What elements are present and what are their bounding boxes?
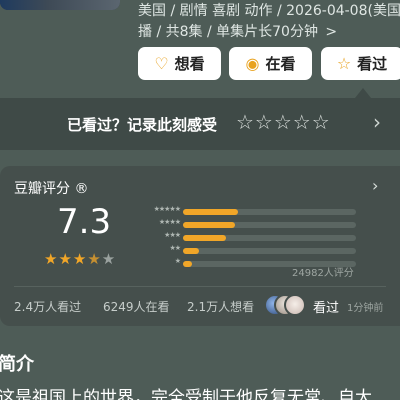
watched-button[interactable]: ☆ 看过	[321, 47, 400, 80]
chevron-right-icon: ›	[373, 110, 381, 134]
rating-bar-track	[183, 248, 356, 254]
star-level-label: ★	[174, 257, 181, 265]
meta-text-1: 美国 / 剧情 喜剧 动作 / 2026-04-08(美国)首	[138, 3, 400, 19]
watched-count[interactable]: 2.4万人看过	[14, 298, 81, 315]
movie-detail-screen: 美国 / 剧情 喜剧 动作 / 2026-04-08(美国)首 播 / 共8集 …	[0, 0, 400, 400]
rating-bar-fill	[183, 248, 199, 254]
rating-bar-fill	[183, 222, 235, 228]
poster-image[interactable]	[0, 0, 120, 10]
star-half-icon: ★	[87, 250, 102, 268]
star-empty-icon: ★	[101, 250, 117, 268]
star-level-label: ★★★★	[158, 218, 181, 226]
watching-label: 在看	[265, 55, 296, 73]
record-prompt: 已看过？记录此刻感受	[67, 116, 218, 134]
watched-label: 看过	[357, 55, 388, 73]
star-outline-icon: ☆	[336, 54, 352, 73]
rating-score: 7.3	[57, 202, 112, 242]
meta-text-2: 播 / 共8集 / 单集片长70分钟	[138, 24, 318, 40]
rating-distribution: ★★★★★ ★★★★ ★★★ ★★ ★	[133, 205, 358, 271]
rating-stars: ★★★★★	[44, 250, 116, 268]
rating-count: 24982人评分	[292, 268, 354, 279]
target-circle-icon: ◉	[245, 54, 260, 73]
chevron-right-icon: >	[325, 24, 338, 40]
star-filled-icon: ★★★	[44, 250, 88, 268]
meta-info-line-1[interactable]: 美国 / 剧情 喜剧 动作 / 2026-04-08(美国)首	[138, 0, 400, 20]
rate-stars-input[interactable]: ☆☆☆☆☆	[236, 110, 331, 134]
star-level-label: ★★★★★	[153, 205, 181, 213]
rating-row-4: ★★★★	[133, 218, 358, 231]
star-level-label: ★★	[169, 244, 181, 252]
avatar	[284, 294, 306, 316]
watching-button[interactable]: ◉ 在看	[229, 47, 312, 80]
rating-row-2: ★★	[133, 244, 358, 257]
record-feeling-bar[interactable]: 已看过？记录此刻感受 ☆☆☆☆☆ ›	[0, 98, 400, 150]
meta-info-line-2[interactable]: 播 / 共8集 / 单集片长70分钟 >	[138, 21, 337, 41]
friend-avatars[interactable]	[264, 294, 310, 316]
rating-title: 豆瓣评分 ®	[14, 181, 89, 197]
want-to-watch-button[interactable]: ♡ 想看	[138, 47, 221, 80]
heart-plus-icon: ♡	[154, 54, 169, 73]
rating-row-3: ★★★	[133, 231, 358, 244]
want-label: 想看	[174, 55, 205, 73]
popover-caret	[355, 88, 371, 98]
divider	[14, 286, 386, 287]
friend-action-time: 1分钟前	[347, 303, 384, 314]
intro-text[interactable]: 这是祖国上的世界，完全受制于他反复无常、自大	[0, 383, 372, 400]
rating-bar-track	[183, 235, 356, 241]
chevron-right-icon: ›	[372, 176, 379, 195]
rating-bar-fill	[183, 209, 239, 215]
rating-bar-fill	[183, 261, 192, 267]
rating-bar-fill	[183, 235, 227, 241]
want-count[interactable]: 2.1万人想看	[187, 298, 254, 315]
douban-rating-card[interactable]: 豆瓣评分 ® › 7.3 ★★★★★ ★★★★★ ★★★★ ★★★ ★★ ★ 2…	[0, 166, 400, 326]
intro-heading: 简介	[0, 354, 34, 375]
watching-count[interactable]: 6249人在看	[103, 298, 170, 315]
rating-bar-track	[183, 222, 356, 228]
friend-action-label: 看过	[313, 301, 340, 316]
star-level-label: ★★★	[164, 231, 181, 239]
rating-bar-track	[183, 209, 356, 215]
rating-row-5: ★★★★★	[133, 205, 358, 218]
